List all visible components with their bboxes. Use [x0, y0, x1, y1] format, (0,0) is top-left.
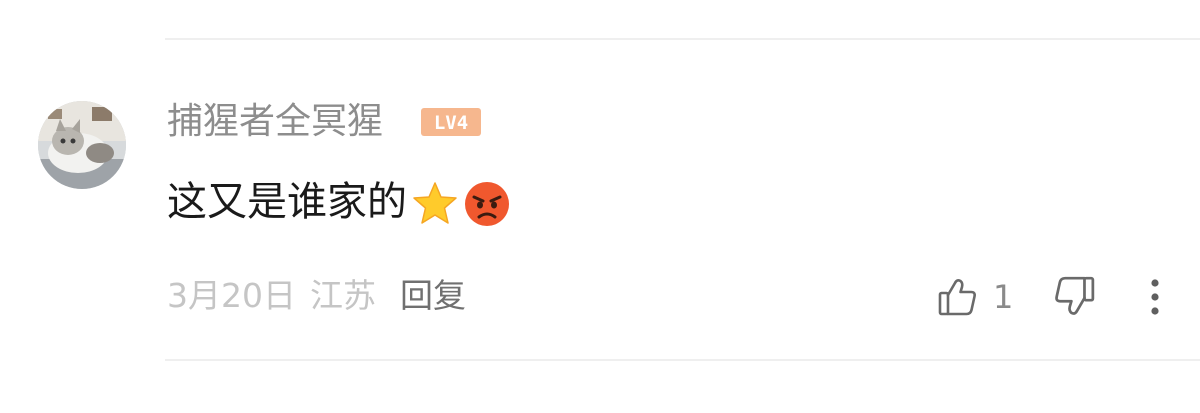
username[interactable]: 捕猩者全冥猩	[167, 100, 383, 144]
comment-date: 3月20日	[167, 276, 296, 315]
comment-location: 江苏	[310, 276, 376, 315]
top-divider	[165, 38, 1200, 40]
comment-body: 这又是谁家的	[167, 179, 407, 225]
bottom-divider	[165, 359, 1200, 361]
thumbs-up-icon[interactable]	[937, 276, 979, 318]
reply-button[interactable]: 回复	[400, 276, 466, 315]
like-button[interactable]: 1	[937, 274, 1013, 320]
like-count: 1	[993, 278, 1014, 316]
comment-meta: 3月20日 江苏 回复	[167, 274, 466, 318]
angry-face-emoji	[463, 180, 511, 228]
comment-text: 这又是谁家的	[167, 176, 511, 228]
more-options-icon[interactable]	[1138, 276, 1172, 318]
level-badge: LV4	[421, 108, 481, 136]
avatar[interactable]	[38, 101, 126, 189]
star-emoji	[411, 180, 459, 228]
level-text: LV4	[434, 112, 468, 134]
thumbs-down-icon[interactable]	[1052, 274, 1098, 320]
